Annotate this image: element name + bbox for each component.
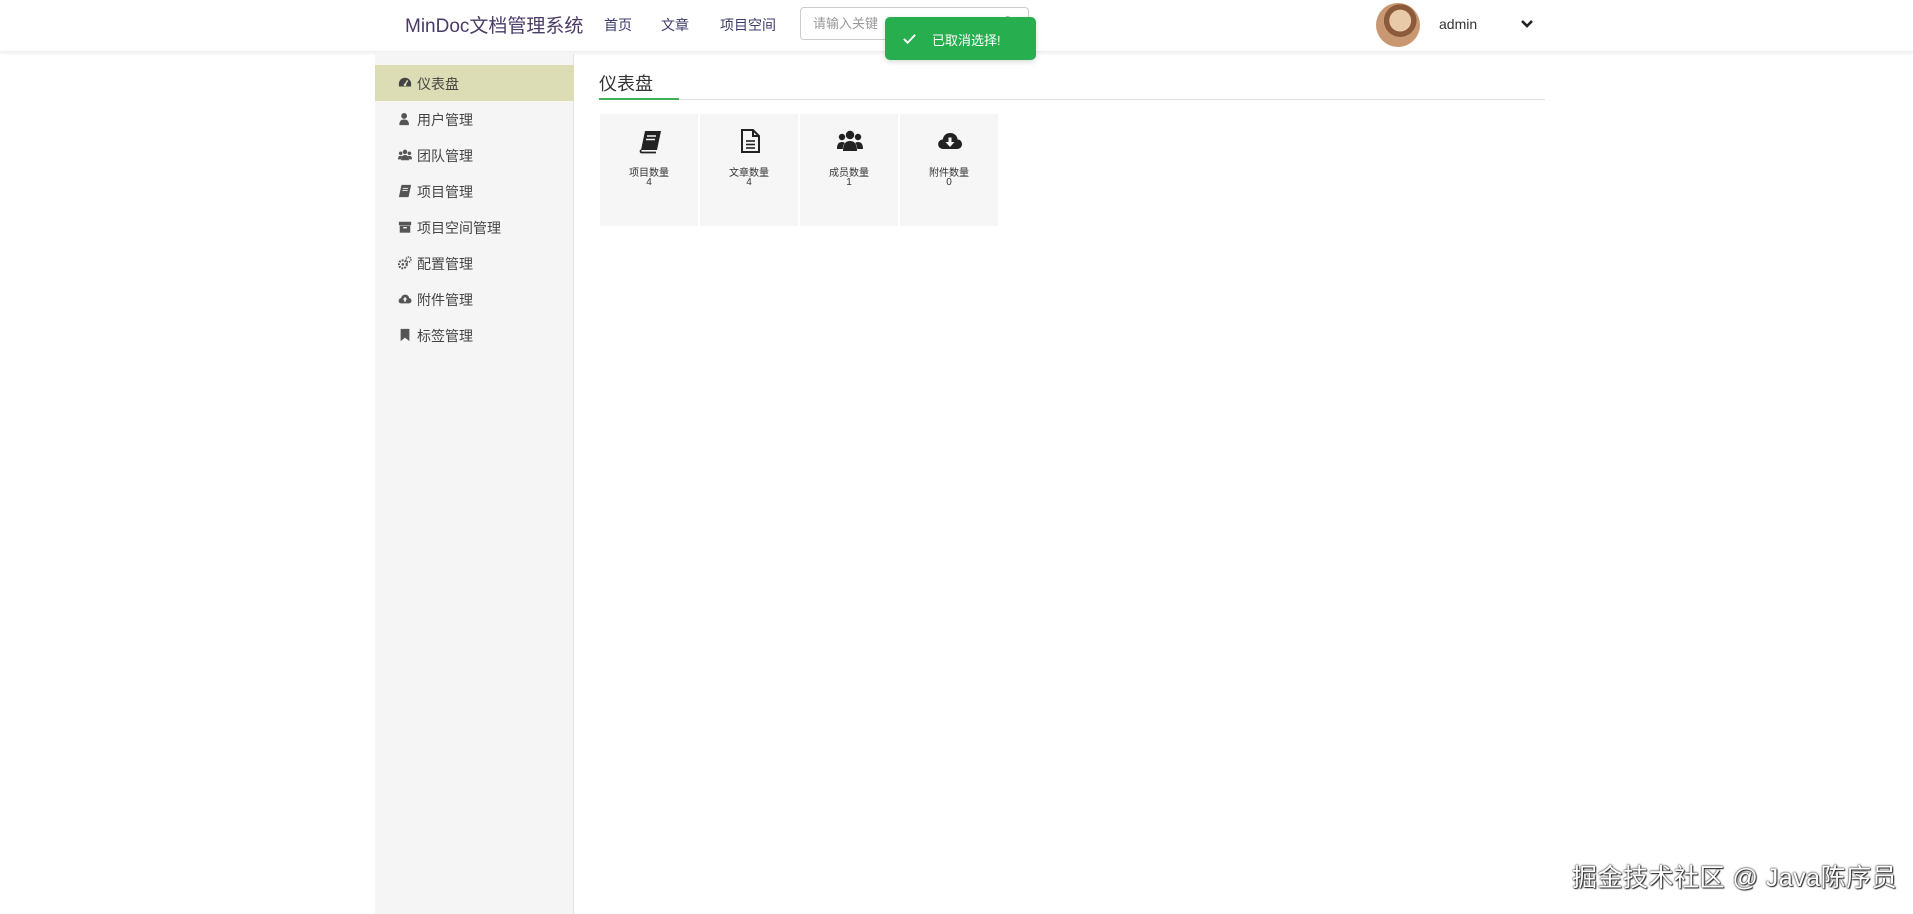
stat-card-members[interactable]: 成员数量 1 xyxy=(800,114,898,226)
brand-title[interactable]: MinDoc文档管理系统 xyxy=(405,11,583,38)
user-icon xyxy=(399,113,409,126)
stat-card-value: 4 xyxy=(646,177,652,188)
sidebar-item-label: 用户管理 xyxy=(417,112,473,128)
nav-articles[interactable]: 文章 xyxy=(661,15,689,35)
sidebar-item-projects[interactable]: 项目管理 xyxy=(375,173,574,209)
users-icon xyxy=(837,130,863,151)
sidebar-item-label: 配置管理 xyxy=(417,256,473,272)
cloud-upload-icon xyxy=(398,294,412,304)
archive-icon xyxy=(398,221,412,233)
check-icon xyxy=(903,34,916,45)
title-divider xyxy=(599,99,1545,100)
nav-project-space[interactable]: 项目空间 xyxy=(720,15,776,35)
sidebar-item-project-space[interactable]: 项目空间管理 xyxy=(375,209,574,245)
sidebar-item-config[interactable]: 配置管理 xyxy=(375,245,574,281)
sidebar-item-label: 团队管理 xyxy=(417,148,473,164)
toast-notification: 已取消选择! xyxy=(885,17,1036,60)
page-title: 仪表盘 xyxy=(599,74,653,94)
chevron-down-icon[interactable] xyxy=(1519,16,1535,32)
book-icon xyxy=(398,184,412,198)
stat-card-value: 4 xyxy=(746,177,752,188)
username[interactable]: admin xyxy=(1439,16,1477,32)
stat-card-value: 0 xyxy=(946,177,952,188)
stat-card-projects[interactable]: 项目数量 4 xyxy=(600,114,698,226)
file-text-icon xyxy=(741,129,760,153)
sidebar-item-label: 附件管理 xyxy=(417,292,473,308)
avatar[interactable] xyxy=(1376,3,1420,47)
sidebar-item-label: 项目空间管理 xyxy=(417,220,501,236)
sidebar-item-dashboard[interactable]: 仪表盘 xyxy=(375,65,574,101)
sidebar-item-tags[interactable]: 标签管理 xyxy=(375,317,574,353)
stat-card-attachments[interactable]: 附件数量 0 xyxy=(900,114,998,226)
bookmark-icon xyxy=(400,328,410,342)
toast-message: 已取消选择! xyxy=(932,33,1001,48)
watermark: 掘金技术社区 @ Java陈序员 xyxy=(1572,864,1898,892)
sidebar-item-users[interactable]: 用户管理 xyxy=(375,101,574,137)
stat-card-value: 1 xyxy=(846,177,852,188)
sidebar-item-label: 项目管理 xyxy=(417,184,473,200)
sidebar-item-label: 仪表盘 xyxy=(417,76,459,92)
sidebar-item-teams[interactable]: 团队管理 xyxy=(375,137,574,173)
cloud-download-icon xyxy=(938,133,963,149)
book-icon xyxy=(639,131,661,154)
sidebar-item-attachments[interactable]: 附件管理 xyxy=(375,281,574,317)
title-accent-underline xyxy=(599,98,679,100)
cogs-icon xyxy=(398,256,412,270)
nav-home[interactable]: 首页 xyxy=(604,15,632,35)
users-icon xyxy=(398,149,412,161)
sidebar: 仪表盘 用户管理 团队管理 项目管理 项目空间管理 配置管理 附件管理 标签管理 xyxy=(375,53,574,914)
dashboard-icon xyxy=(398,77,412,87)
sidebar-item-label: 标签管理 xyxy=(417,328,473,344)
stat-card-articles[interactable]: 文章数量 4 xyxy=(700,114,798,226)
